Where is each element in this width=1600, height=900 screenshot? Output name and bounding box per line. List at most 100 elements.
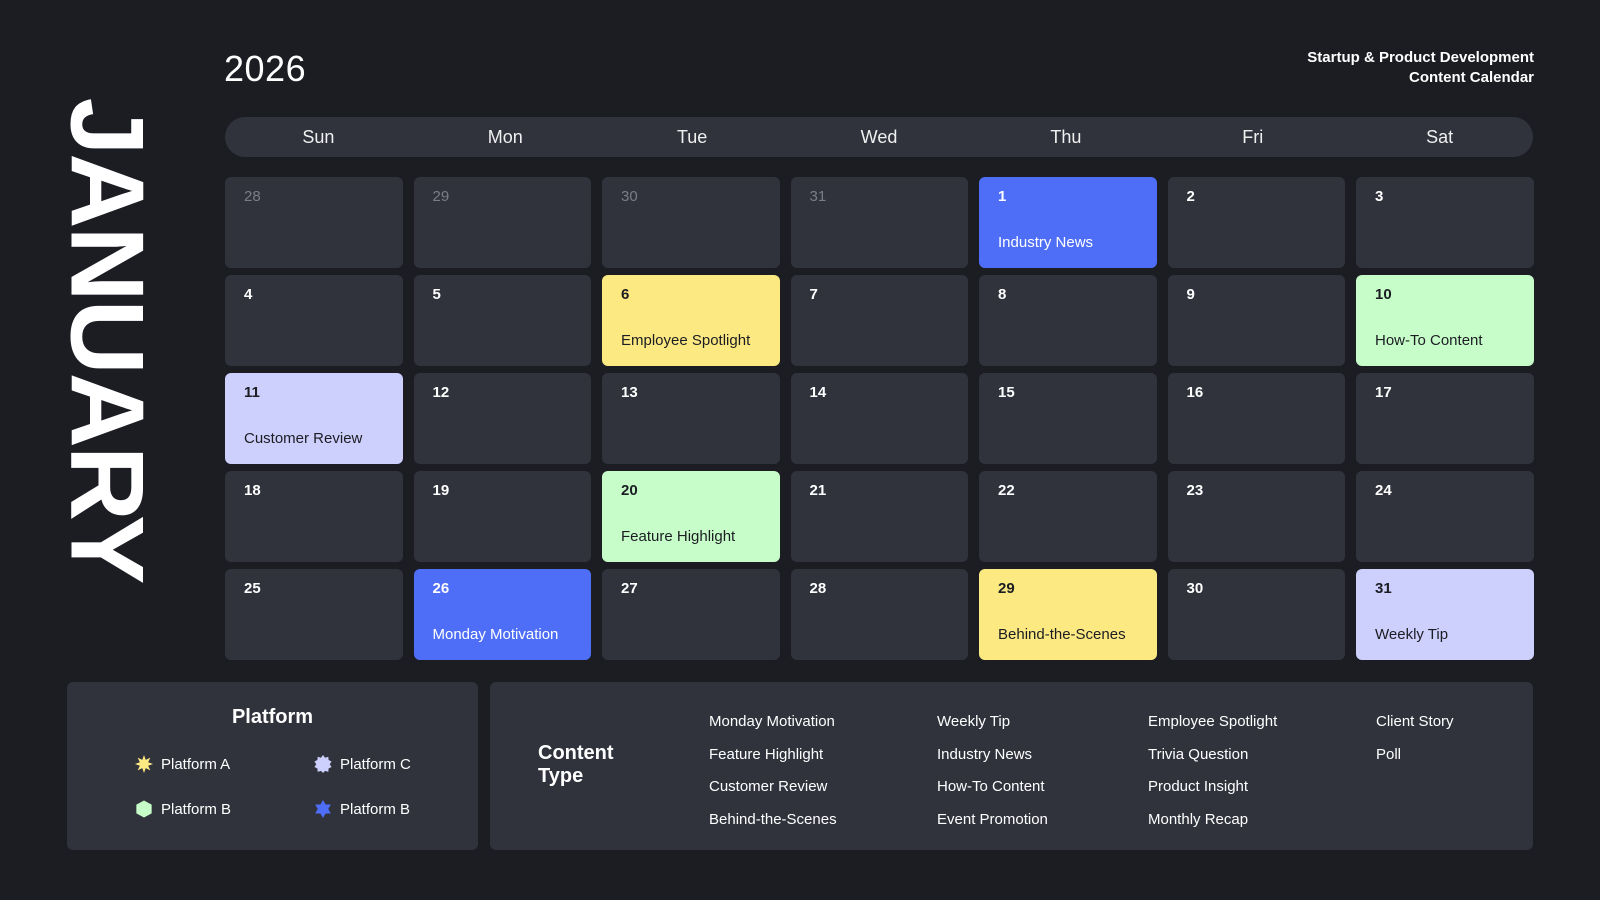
content-type-item: Industry News — [937, 745, 1033, 763]
content-type-title-line-1: Content — [538, 742, 614, 764]
calendar-day-cell[interactable]: 23 — [1167, 471, 1345, 562]
calendar-day-cell[interactable]: 1 Industry News — [979, 177, 1157, 268]
content-type-item: Behind-the-Scenes — [709, 810, 837, 828]
calendar-day-cell[interactable]: 25 — [225, 569, 403, 660]
day-number: 12 — [432, 384, 450, 401]
calendar-day-cell[interactable]: 31 — [790, 177, 968, 268]
day-number: 19 — [432, 482, 450, 499]
event-label: Weekly Tip — [1375, 626, 1449, 643]
content-type-item: Customer Review — [709, 778, 828, 795]
calendar-day-cell[interactable]: 8 — [979, 275, 1157, 366]
day-number: 21 — [809, 482, 827, 499]
day-number: 18 — [244, 482, 261, 499]
content-type-item: Client Story — [1376, 713, 1454, 730]
calendar-day-cell[interactable]: 16 — [1167, 373, 1345, 464]
day-number: 30 — [1186, 580, 1204, 597]
platform-legend-title: Platform — [231, 706, 314, 728]
day-number: 20 — [621, 482, 638, 499]
platform-label: Platform B — [340, 800, 411, 818]
event-label: Behind-the-Scenes — [998, 626, 1126, 643]
day-number: 27 — [621, 580, 638, 597]
content-type-item: Weekly Tip — [937, 713, 1011, 730]
platform-legend-item: Platform B — [135, 800, 231, 818]
platform-label: Platform A — [161, 755, 231, 773]
calendar-day-cell[interactable]: 20 Feature Highlight — [602, 471, 780, 562]
day-number: 10 — [1375, 286, 1392, 303]
day-number: 6 — [621, 286, 630, 303]
calendar-day-cell[interactable]: 3 — [1356, 177, 1534, 268]
calendar-day-cell[interactable]: 18 — [225, 471, 403, 562]
day-number: 17 — [1375, 384, 1392, 401]
event-label: How-To Content — [1375, 332, 1483, 349]
calendar-day-cell[interactable]: 6 Employee Spotlight — [602, 275, 780, 366]
content-type-title: Content Type — [538, 742, 648, 788]
event-label: Customer Review — [244, 430, 363, 447]
day-number: 7 — [809, 286, 818, 303]
calendar-day-cell[interactable]: 21 — [790, 471, 968, 562]
calendar-day-cell[interactable]: 15 — [979, 373, 1157, 464]
subtitle-line-1: Startup & Product Development — [1307, 49, 1534, 66]
day-number: 22 — [998, 482, 1015, 499]
calendar-day-cell[interactable]: 2 — [1167, 177, 1345, 268]
calendar-grid: 28 29 30 31 1 Industry News 2 3 4 5 6 Employee Spot… — [225, 177, 1534, 660]
weekday-header: Sun Mon Tue Wed Thu Fri Sat — [225, 117, 1533, 157]
calendar-day-cell[interactable]: 10 How-To Content — [1356, 275, 1534, 366]
calendar-day-cell[interactable]: 27 — [602, 569, 780, 660]
calendar-day-cell[interactable]: 22 — [979, 471, 1157, 562]
platform-legend-item: Platform A — [135, 755, 230, 773]
platform-legend-item: Platform C — [314, 755, 411, 773]
day-number: 9 — [1186, 286, 1195, 303]
month-label: JANUARY — [48, 97, 164, 583]
hexagon-icon — [136, 800, 152, 818]
day-number: 29 — [432, 188, 450, 205]
weekday-wed: Wed — [860, 127, 898, 147]
calendar-day-cell[interactable]: 28 — [790, 569, 968, 660]
weekday-tue: Tue — [676, 127, 708, 147]
calendar-day-cell[interactable]: 5 — [413, 275, 591, 366]
calendar-day-cell[interactable]: 4 — [225, 275, 403, 366]
month-title: JANUARY — [46, 98, 166, 583]
day-number: 26 — [432, 580, 450, 597]
content-type-item: Feature Highlight — [709, 745, 824, 763]
platform-legend: Platform Platform A Platform C Platform … — [67, 682, 478, 850]
day-number: 31 — [809, 188, 827, 205]
day-number: 11 — [244, 384, 260, 401]
calendar-day-cell[interactable]: 26 Monday Motivation — [413, 569, 591, 660]
calendar-day-cell[interactable]: 30 — [1167, 569, 1345, 660]
calendar-day-cell[interactable]: 31 Weekly Tip — [1356, 569, 1534, 660]
day-number: 28 — [244, 188, 261, 205]
calendar-subtitle: Startup & Product Development Content Ca… — [1307, 48, 1534, 88]
content-type-column: Monday Motivation Feature Highlight Cust… — [709, 706, 837, 836]
sun-star-icon — [135, 755, 153, 773]
calendar-day-cell[interactable]: 29 Behind-the-Scenes — [979, 569, 1157, 660]
day-number: 30 — [621, 188, 638, 205]
calendar-day-cell[interactable]: 11 Customer Review — [225, 373, 403, 464]
calendar-day-cell[interactable]: 17 — [1356, 373, 1534, 464]
day-number: 5 — [432, 286, 441, 303]
calendar-day-cell[interactable]: 28 — [225, 177, 403, 268]
weekday-sun: Sun — [302, 127, 335, 147]
calendar-day-cell[interactable]: 12 — [413, 373, 591, 464]
content-type-item: Trivia Question — [1148, 745, 1249, 763]
calendar-day-cell[interactable]: 7 — [790, 275, 968, 366]
calendar-day-cell[interactable]: 19 — [413, 471, 591, 562]
calendar-day-cell[interactable]: 24 — [1356, 471, 1534, 562]
content-type-item: Event Promotion — [937, 810, 1048, 828]
content-type-item: How-To Content — [937, 778, 1045, 795]
calendar-day-cell[interactable]: 14 — [790, 373, 968, 464]
badge-star-icon — [314, 755, 332, 773]
platform-legend-item: Platform B — [314, 800, 410, 818]
day-number: 25 — [244, 580, 261, 597]
day-number: 31 — [1375, 580, 1392, 597]
content-type-item: Poll — [1376, 745, 1402, 763]
content-type-item: Employee Spotlight — [1148, 713, 1278, 730]
content-type-item: Monthly Recap — [1148, 810, 1249, 828]
calendar-day-cell[interactable]: 9 — [1167, 275, 1345, 366]
event-label: Industry News — [998, 234, 1094, 251]
day-number: 14 — [809, 384, 827, 401]
calendar-day-cell[interactable]: 29 — [413, 177, 591, 268]
calendar-day-cell[interactable]: 13 — [602, 373, 780, 464]
calendar-day-cell[interactable]: 30 — [602, 177, 780, 268]
weekday-fri: Fri — [1242, 127, 1264, 147]
weekday-sat: Sat — [1426, 127, 1454, 147]
